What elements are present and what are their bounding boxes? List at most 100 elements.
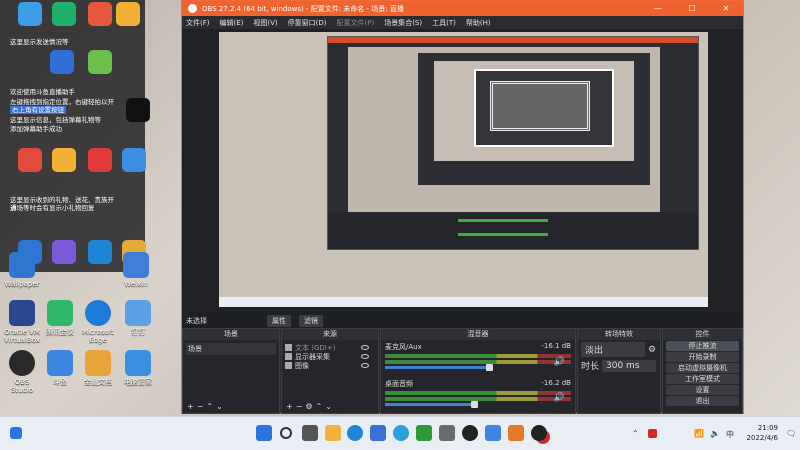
windows-start-icon[interactable] [256,425,272,441]
menu-scene-collection[interactable]: 场景集合(S) [384,18,422,28]
volume-icon[interactable]: 🔈 [710,429,720,438]
helper-app-icon[interactable] [88,50,112,74]
source-toolbar: 未选择 属性 滤镜 [182,314,743,328]
app-icon[interactable] [508,425,524,441]
desktop-icon-virtualbox[interactable]: Oracle VM VirtualBox [4,300,40,344]
obs-logo-icon [188,4,197,13]
desktop-icon-label: Oracle VM VirtualBox [4,328,40,344]
remove-scene-icon[interactable]: − [197,402,207,411]
helper-app-icon[interactable] [50,50,74,74]
stop-streaming-button[interactable]: 停止推流 [666,341,739,351]
visibility-eye-icon[interactable] [361,354,369,359]
edge-icon[interactable] [347,425,363,441]
helper-app-icon[interactable] [88,148,112,172]
helper-app-icon[interactable] [126,98,150,122]
helper-app-icon[interactable] [52,148,76,172]
transition-select[interactable]: 淡出 [581,342,645,357]
transition-settings-icon[interactable]: ⚙ [648,345,656,355]
helper-app-icon[interactable] [122,148,146,172]
controls-dock: 控件 停止推流 开始录制 启动虚拟摄像机 工作室模式 设置 退出 [662,328,743,414]
preview-canvas[interactable] [219,32,708,307]
desktop-icon-wallpaper[interactable]: Wallpaper [4,252,40,288]
visibility-eye-icon[interactable] [361,345,369,350]
tray-app-icon[interactable] [648,429,657,438]
start-recording-button[interactable]: 开始录制 [666,352,739,362]
desktop-icon-pc-manager[interactable]: 电脑管家 [120,350,156,386]
menu-view[interactable]: 视图(V) [253,18,277,28]
mixer-channel-db: -16.2 dB [541,379,571,387]
start-virtual-camera-button[interactable]: 启动虚拟摄像机 [666,363,739,373]
volume-slider-knob[interactable] [486,364,493,371]
filters-button[interactable]: 滤镜 [299,315,323,327]
sources-dock: 来源 文本 (GDI+) 显示器采集 图像 +−⚙⌃⌄ [281,328,379,414]
search-icon[interactable] [280,427,292,439]
source-item[interactable]: 图像 [285,361,375,370]
settings-icon[interactable] [439,425,455,441]
move-up-icon[interactable]: ⌃ [316,402,326,411]
desktop-icon-kdocs[interactable]: 金山文档 [80,350,116,386]
desktop-icon-edge[interactable]: Microsoft Edge [80,300,116,344]
settings-button[interactable]: 设置 [666,385,739,395]
move-down-icon[interactable]: ⌄ [216,402,226,411]
desktop-icon-obs[interactable]: OBS Studio [4,350,40,394]
properties-button[interactable]: 属性 [267,315,291,327]
scenes-dock-footer: +−⌃⌄ [183,402,279,413]
douyu-icon [47,350,73,376]
close-icon[interactable]: ✕ [709,4,743,13]
move-down-icon[interactable]: ⌄ [325,402,335,411]
helper-app-icon[interactable] [52,2,76,26]
speaker-icon[interactable]: 🔊 [554,357,565,367]
store-icon[interactable] [370,425,386,441]
douyu-icon[interactable] [485,425,501,441]
obs-recording-icon[interactable] [531,425,547,441]
duration-input[interactable]: 300 ms [602,359,657,372]
menu-docks[interactable]: 停靠窗口(D) [288,18,327,28]
notification-icon[interactable]: 🗨 [786,429,796,438]
obs-window-title: OBS 27.2.4 (64 bit, windows) - 配置文件: 未命名… [202,4,404,13]
text-source-icon [285,344,292,351]
menu-edit[interactable]: 编辑(E) [220,18,244,28]
helper-app-icon[interactable] [88,2,112,26]
visibility-eye-icon[interactable] [361,363,369,368]
desktop-icon-tencent-meeting[interactable]: 腾讯会议 [42,300,78,336]
obs-title-bar[interactable]: OBS 27.2.4 (64 bit, windows) - 配置文件: 未命名… [182,1,743,16]
source-settings-icon[interactable]: ⚙ [305,402,315,411]
add-scene-icon[interactable]: + [187,402,197,411]
obs-icon[interactable] [462,425,478,441]
helper-app-icon[interactable] [88,240,112,264]
system-clock[interactable]: 21:09 2022/4/6 [747,423,778,443]
maximize-icon[interactable]: ☐ [675,4,709,13]
desktop-peek-icon[interactable] [10,427,22,439]
file-explorer-icon[interactable] [325,425,341,441]
volume-slider[interactable] [385,401,478,408]
xbox-icon[interactable] [416,425,432,441]
speaker-icon[interactable]: 🔊 [554,393,565,403]
edge-icon[interactable] [393,425,409,441]
menu-profile[interactable]: 配置文件(P) [337,18,375,28]
volume-slider[interactable] [385,364,493,371]
volume-slider-knob[interactable] [471,401,478,408]
selected-source-label: 未选择 [186,317,207,325]
helper-app-icon[interactable] [52,240,76,264]
desktop-icon-douyu[interactable]: 斗鱼 [42,350,78,386]
input-language-indicator[interactable]: 中 [726,429,734,440]
menu-tools[interactable]: 工具(T) [432,18,456,28]
add-source-icon[interactable]: + [286,402,296,411]
scene-item[interactable]: 场景 [186,343,276,355]
remove-source-icon[interactable]: − [296,402,306,411]
exit-button[interactable]: 退出 [666,396,739,406]
menu-file[interactable]: 文件(F) [186,18,210,28]
tray-chevron-icon[interactable]: ⌃ [632,429,639,438]
helper-app-icon[interactable] [18,2,42,26]
helper-app-icon[interactable] [18,148,42,172]
desktop-icon-dingtalk[interactable]: 钉钉 [120,300,156,336]
task-view-icon[interactable] [302,425,318,441]
scenes-dock-title: 场景 [183,329,279,340]
studio-mode-button[interactable]: 工作室模式 [666,374,739,384]
move-up-icon[interactable]: ⌃ [206,402,216,411]
minimize-icon[interactable]: — [641,4,675,13]
network-icon[interactable]: 📶 [694,429,704,438]
helper-app-icon[interactable] [116,2,140,26]
menu-help[interactable]: 帮助(H) [466,18,491,28]
desktop-icon-weixin[interactable]: Weixin [118,252,154,288]
